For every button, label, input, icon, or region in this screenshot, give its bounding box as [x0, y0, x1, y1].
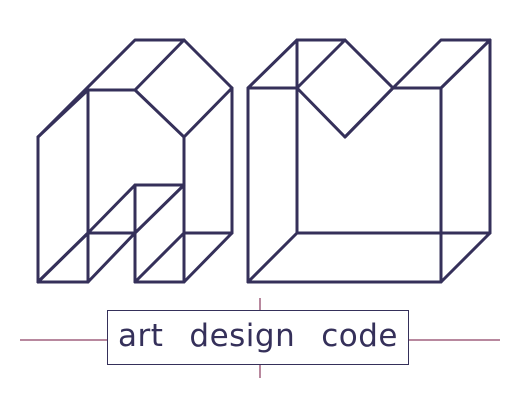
tagline-word-design: design [189, 318, 296, 354]
tagline-word-code: code [321, 318, 398, 354]
tagline-box: art design code [107, 310, 409, 365]
letter-m-wireframe [246, 38, 492, 284]
letter-a-wireframe [36, 38, 234, 284]
tagline-word-art: art [118, 318, 164, 354]
